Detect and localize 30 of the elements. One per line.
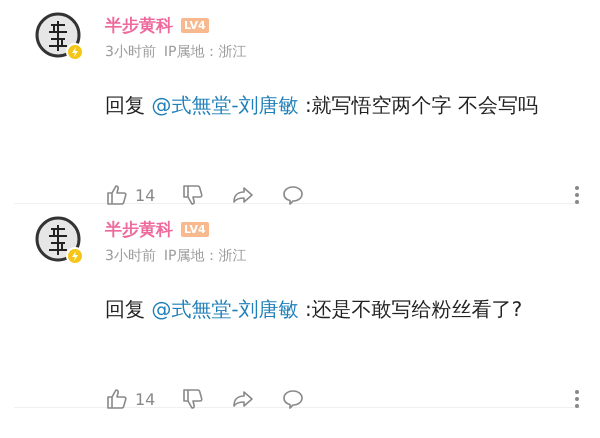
more-button[interactable] — [574, 185, 580, 205]
mention-link[interactable]: @式無堂-刘唐敏 — [151, 297, 299, 321]
thumbs-down-icon — [181, 183, 206, 207]
author-name[interactable]: 半步黄科 — [105, 14, 173, 37]
thumbs-up-icon — [105, 183, 129, 207]
reply-button[interactable] — [281, 183, 306, 207]
like-button[interactable]: 14 — [105, 387, 156, 411]
comment-icon — [281, 183, 306, 207]
post-time: 3小时前 — [105, 247, 156, 265]
comment-icon — [281, 387, 306, 411]
more-icon — [574, 185, 580, 205]
dislike-button[interactable] — [181, 387, 206, 411]
level-badge: LV4 — [181, 222, 209, 237]
more-button[interactable] — [574, 389, 580, 409]
author-name[interactable]: 半步黄科 — [105, 218, 173, 241]
thumbs-down-icon — [181, 387, 206, 411]
comment-text: 回复 @式無堂-刘唐敏 :还是不敢写给粉丝看了? — [105, 296, 524, 323]
ip-location: IP属地：浙江 — [164, 247, 246, 265]
mention-link[interactable]: @式無堂-刘唐敏 — [151, 93, 299, 117]
more-icon — [574, 389, 580, 409]
like-button[interactable]: 14 — [105, 183, 156, 207]
thumbs-up-icon — [105, 387, 129, 411]
post-time: 3小时前 — [105, 43, 156, 61]
reply-button[interactable] — [281, 387, 306, 411]
ip-location: IP属地：浙江 — [164, 43, 246, 61]
level-badge: LV4 — [181, 18, 209, 33]
comment-text: 回复 @式無堂-刘唐敏 :就写悟空两个字 不会写吗 — [105, 92, 540, 119]
avatar-icon[interactable] — [35, 216, 85, 266]
dislike-button[interactable] — [181, 183, 206, 207]
avatar-icon[interactable] — [35, 12, 85, 62]
